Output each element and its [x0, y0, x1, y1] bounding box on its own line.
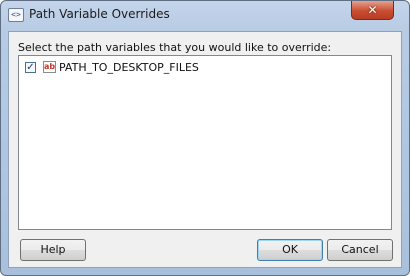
close-button[interactable]: ✕	[351, 1, 394, 20]
cancel-button[interactable]: Cancel	[327, 239, 393, 261]
path-variable-label[interactable]: PATH_TO_DESKTOP_FILES	[59, 61, 199, 74]
instruction-text: Select the path variables that you would…	[18, 41, 332, 54]
dialog-body: Select the path variables that you would…	[8, 31, 402, 268]
close-icon: ✕	[367, 3, 378, 17]
help-button[interactable]: Help	[20, 239, 86, 261]
title-bar[interactable]: <> Path Variable Overrides ✕	[1, 1, 409, 31]
window-title: Path Variable Overrides	[29, 7, 170, 21]
path-variable-checkbox[interactable]: ✓	[25, 62, 36, 73]
code-brackets-icon: <>	[8, 8, 24, 22]
path-variable-list[interactable]: ✓ ab PATH_TO_DESKTOP_FILES	[18, 55, 392, 230]
ab-variable-icon: ab	[43, 61, 56, 73]
dialog-window: <> Path Variable Overrides ✕ Select the …	[0, 0, 410, 276]
list-item[interactable]: ✓ ab PATH_TO_DESKTOP_FILES	[25, 60, 325, 76]
ok-button[interactable]: OK	[257, 239, 323, 261]
